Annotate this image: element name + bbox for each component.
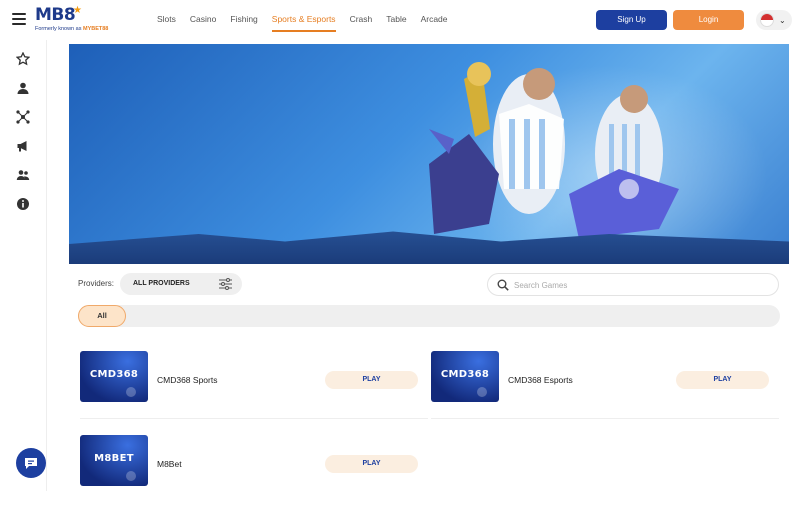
nav-fishing[interactable]: Fishing [230, 0, 257, 40]
nav-slots[interactable]: Slots [157, 0, 176, 40]
chat-button[interactable] [16, 448, 46, 478]
game-name: M8Bet [157, 459, 182, 469]
play-button[interactable]: PLAY [325, 371, 418, 389]
signup-button[interactable]: Sign Up [596, 10, 667, 30]
filter-icon [219, 278, 232, 290]
search-icon [497, 279, 509, 291]
game-thumbnail[interactable]: CMD368 [431, 351, 499, 402]
singapore-flag-icon [760, 13, 774, 27]
game-card: CMD368 CMD368 Esports PLAY [431, 351, 781, 421]
nav-crash[interactable]: Crash [350, 0, 373, 40]
nav-sports-esports[interactable]: Sports & Esports [271, 0, 336, 40]
divider [431, 418, 779, 419]
category-bar: All [78, 305, 780, 327]
game-card: M8BET M8Bet PLAY [80, 435, 430, 505]
play-button[interactable]: PLAY [325, 455, 418, 473]
category-all[interactable]: All [78, 305, 126, 327]
star-icon[interactable] [16, 52, 30, 66]
logo-tagline: Formerly known as MYBET88 [35, 26, 109, 32]
providers-dropdown[interactable]: ALL PROVIDERS [120, 273, 242, 295]
hero-illustration [429, 62, 679, 239]
game-name: CMD368 Sports [157, 375, 218, 385]
providers-value: ALL PROVIDERS [133, 280, 190, 287]
language-selector[interactable]: ⌄ [756, 10, 792, 30]
top-bar: MB8 ★ Formerly known as MYBET88 Slots Ca… [0, 0, 800, 40]
providers-label: Providers: [78, 279, 115, 288]
game-name: CMD368 Esports [508, 375, 573, 385]
megaphone-icon[interactable] [16, 139, 30, 153]
nav-casino[interactable]: Casino [190, 0, 216, 40]
chat-icon [25, 458, 37, 469]
nav-arcade[interactable]: Arcade [421, 0, 448, 40]
main-nav: Slots Casino Fishing Sports & Esports Cr… [157, 0, 462, 40]
chevron-down-icon: ⌄ [779, 15, 786, 25]
logo[interactable]: MB8 ★ Formerly known as MYBET88 [35, 5, 115, 35]
search-box [487, 273, 779, 296]
logo-star-icon: ★ [73, 5, 82, 16]
user-icon[interactable] [16, 81, 30, 95]
game-thumbnail[interactable]: M8BET [80, 435, 148, 486]
game-card: CMD368 CMD368 Sports PLAY [80, 351, 430, 421]
sidebar [0, 40, 47, 491]
play-button[interactable]: PLAY [676, 371, 769, 389]
nav-table[interactable]: Table [386, 0, 406, 40]
login-button[interactable]: Login [673, 10, 744, 30]
divider [80, 418, 428, 419]
search-input[interactable] [514, 277, 764, 293]
friends-icon[interactable] [16, 168, 30, 182]
menu-icon[interactable] [12, 13, 26, 25]
hero-banner[interactable] [69, 44, 789, 264]
info-icon[interactable] [16, 197, 30, 211]
referral-icon[interactable] [16, 110, 30, 124]
game-thumbnail[interactable]: CMD368 [80, 351, 148, 402]
